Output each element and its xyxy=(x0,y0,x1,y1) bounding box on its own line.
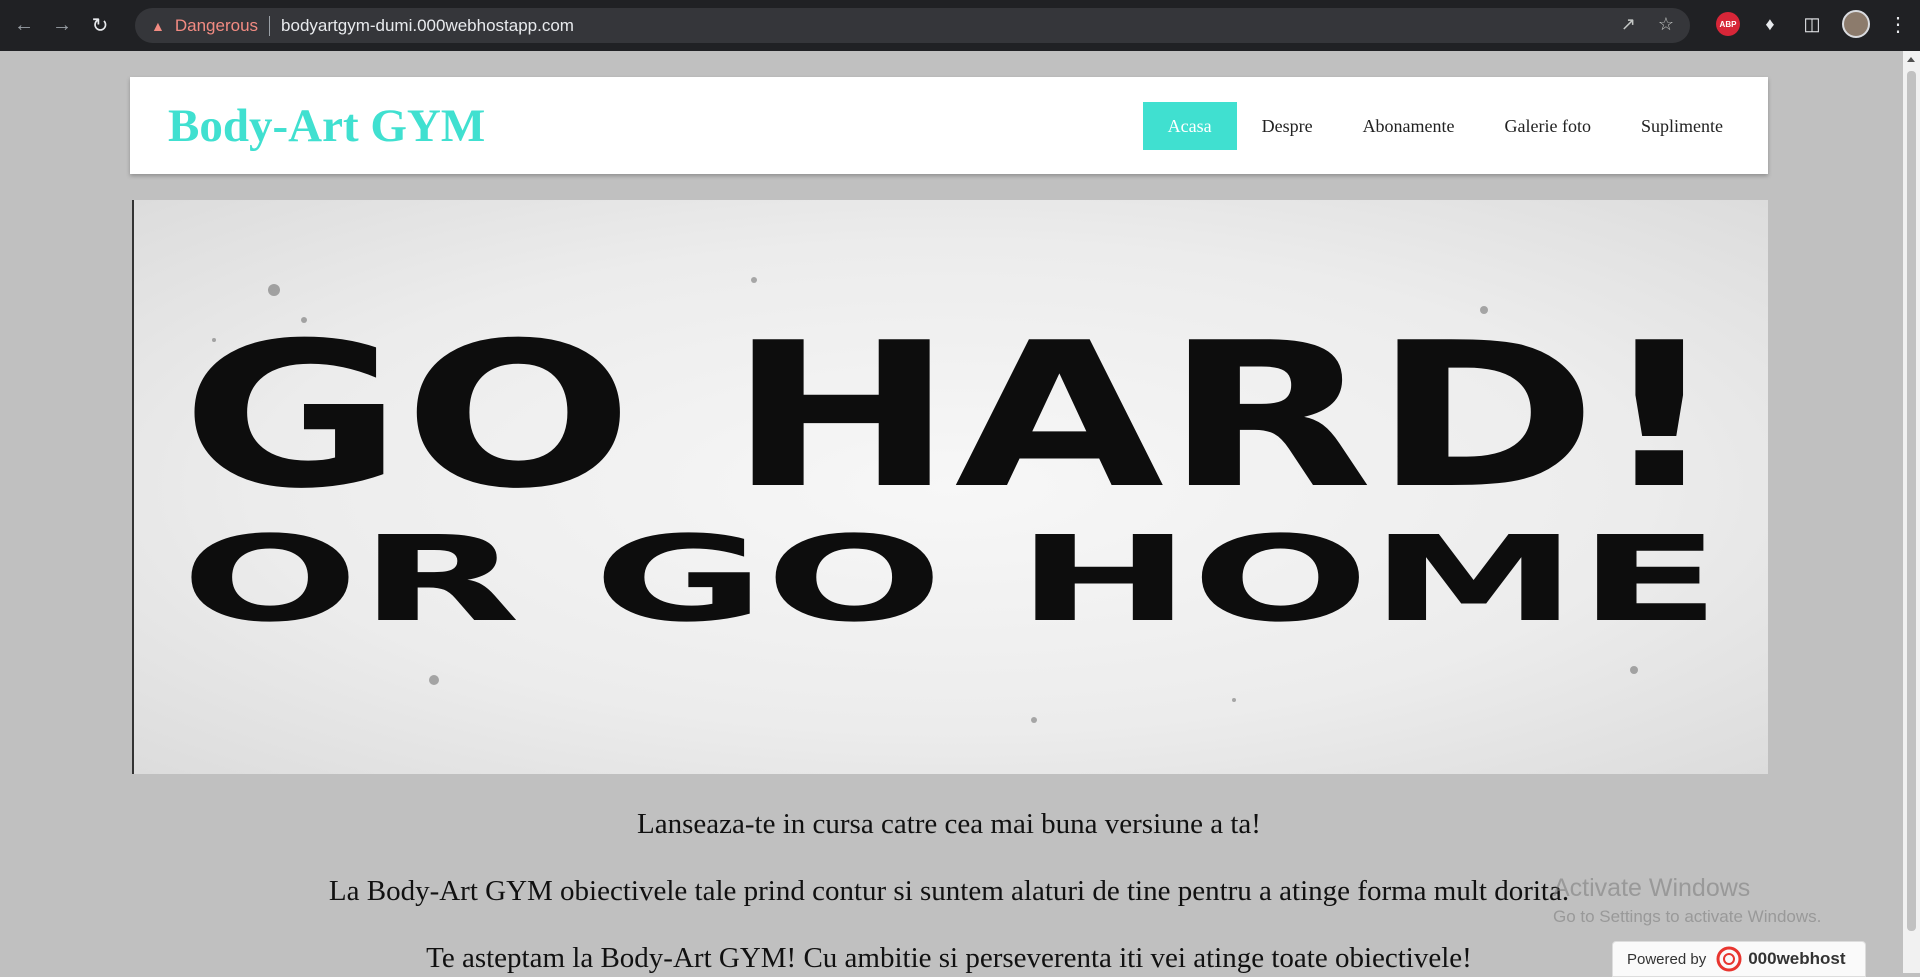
extensions-icon[interactable]: ♦ xyxy=(1758,14,1782,35)
main-nav: Acasa Despre Abonamente Galerie foto Sup… xyxy=(1142,102,1748,150)
page-scrollbar[interactable] xyxy=(1903,51,1920,973)
url-text[interactable]: bodyartgym-dumi.000webhostapp.com xyxy=(281,16,574,36)
hero-image: GO HARD! OR GO HOME xyxy=(181,277,1721,723)
address-bar[interactable]: ▲ Dangerous bodyartgym-dumi.000webhostap… xyxy=(135,8,1690,43)
site-header: Body-Art GYM Acasa Despre Abonamente Gal… xyxy=(130,77,1768,174)
hero-banner: GO HARD! OR GO HOME xyxy=(132,200,1768,774)
watermark-title: Activate Windows xyxy=(1553,874,1751,902)
hero-line-1: GO HARD! xyxy=(181,300,1721,533)
security-label[interactable]: Dangerous xyxy=(175,16,258,36)
warning-icon: ▲ xyxy=(151,17,165,34)
nav-item-galerie-foto[interactable]: Galerie foto xyxy=(1480,102,1616,150)
intro-paragraph-3: Te asteptam la Body-Art GYM! Cu ambitie … xyxy=(426,942,1472,974)
scroll-up-icon[interactable] xyxy=(1907,57,1915,62)
watermark-subtitle: Go to Settings to activate Windows. xyxy=(1553,907,1822,926)
share-icon[interactable]: ↗ xyxy=(1621,14,1636,35)
adblock-icon[interactable]: ABP xyxy=(1716,12,1740,36)
divider xyxy=(269,15,271,36)
back-icon[interactable]: ← xyxy=(10,12,38,40)
powered-by-badge[interactable]: Powered by 000webhost xyxy=(1612,941,1866,977)
intro-paragraph-2: La Body-Art GYM obiectivele tale prind c… xyxy=(328,875,1570,907)
reload-icon[interactable]: ↻ xyxy=(86,12,114,40)
nav-item-despre[interactable]: Despre xyxy=(1237,102,1338,150)
windows-activation-watermark: Activate Windows Go to Settings to activ… xyxy=(1553,874,1821,927)
scroll-thumb[interactable] xyxy=(1907,71,1916,931)
webhost-logo-icon xyxy=(1716,946,1742,972)
side-panel-icon[interactable]: ◫ xyxy=(1800,14,1824,35)
intro-paragraph-1: Lanseaza-te in cursa catre cea mai buna … xyxy=(637,808,1261,840)
site-logo[interactable]: Body-Art GYM xyxy=(168,99,485,153)
bookmark-star-icon[interactable]: ☆ xyxy=(1658,14,1674,35)
powered-by-label: Powered by xyxy=(1627,950,1707,968)
hero-line-2: OR GO HOME xyxy=(181,510,1721,648)
powered-by-brand: 000webhost xyxy=(1748,949,1846,968)
profile-avatar[interactable] xyxy=(1842,10,1870,38)
forward-icon[interactable]: → xyxy=(48,12,76,40)
nav-item-abonamente[interactable]: Abonamente xyxy=(1338,102,1480,150)
browser-toolbar: ← → ↻ ▲ Dangerous bodyartgym-dumi.000web… xyxy=(0,0,1920,51)
nav-item-acasa[interactable]: Acasa xyxy=(1142,102,1237,150)
nav-item-suplimente[interactable]: Suplimente xyxy=(1616,102,1748,150)
browser-menu-icon[interactable]: ⋮ xyxy=(1888,12,1908,37)
